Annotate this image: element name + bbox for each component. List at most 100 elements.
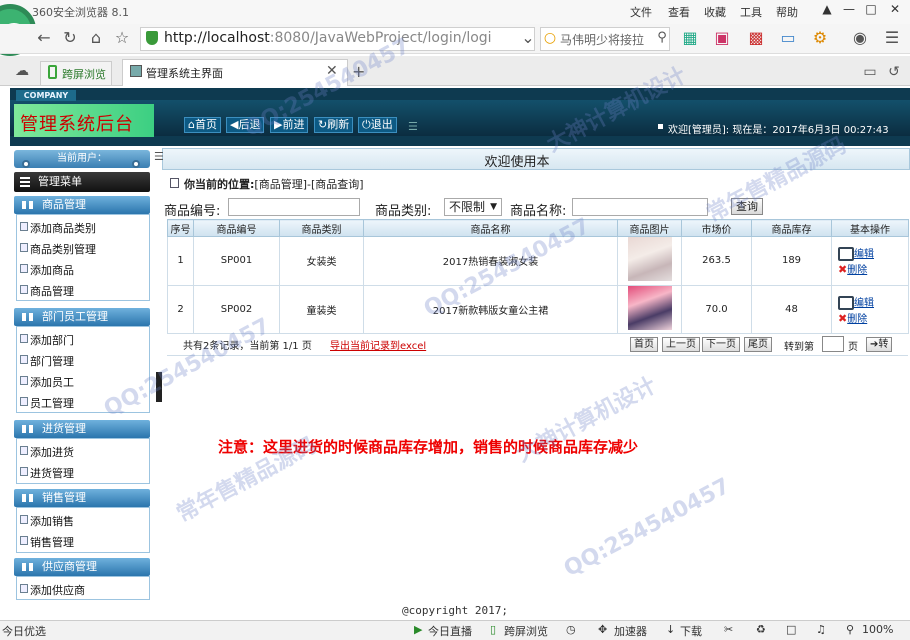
go-button[interactable]: ➔转 bbox=[866, 337, 893, 352]
sidebar-item-add-goods-type[interactable]: 添加商品类别 bbox=[30, 220, 96, 236]
delete-icon[interactable]: ✖ bbox=[838, 263, 847, 276]
sidebar-item-dept-manage[interactable]: 部门管理 bbox=[30, 353, 74, 369]
nav-back-button[interactable]: ◀后退 bbox=[226, 117, 265, 133]
section-icon bbox=[22, 313, 33, 321]
search-magnifier-icon[interactable]: ⚲ bbox=[652, 28, 672, 48]
page-unit-label: 页 bbox=[848, 342, 858, 353]
sidebar-item-sales-manage[interactable]: 销售管理 bbox=[30, 534, 74, 550]
nav-logout-button[interactable]: ⏻退出 bbox=[358, 117, 397, 133]
doc-icon bbox=[20, 285, 28, 294]
delete-link[interactable]: 删除 bbox=[847, 314, 867, 325]
maximize-icon[interactable]: □ bbox=[860, 0, 882, 18]
nav-forward-button[interactable]: ▶前进 bbox=[270, 117, 309, 133]
status-daily-picks[interactable]: 今日优选 bbox=[2, 623, 46, 639]
extension-more-icon[interactable]: ◉ bbox=[850, 28, 870, 48]
phone-icon: ▯ bbox=[490, 623, 497, 636]
menu-tools[interactable]: 工具 bbox=[740, 4, 762, 20]
search-engine-icon[interactable]: ○ bbox=[540, 28, 560, 48]
stock-note: 注意：这里进货的时候商品库存增加，销售的时候商品库存减少 bbox=[218, 438, 639, 456]
query-button[interactable]: 查询 bbox=[731, 198, 763, 215]
edit-icon[interactable] bbox=[838, 247, 854, 262]
sidebar-item-add-employee[interactable]: 添加员工 bbox=[30, 374, 74, 390]
restore-tab-icon[interactable]: ↺ bbox=[884, 62, 904, 82]
sound-icon[interactable]: ♫ bbox=[816, 623, 826, 636]
favorite-star-icon[interactable]: ☆ bbox=[112, 28, 132, 48]
delete-link[interactable]: 删除 bbox=[847, 265, 867, 276]
cell-stock: 189 bbox=[751, 236, 832, 286]
extension-mail-icon[interactable]: ▣ bbox=[712, 28, 732, 48]
export-excel-link[interactable]: 导出当前记录到excel bbox=[330, 337, 426, 352]
prev-page-button[interactable]: 上一页 bbox=[662, 337, 700, 352]
collapse-sidebar-icon[interactable] bbox=[156, 372, 162, 402]
cell-image bbox=[617, 284, 682, 334]
back-arrow-icon[interactable]: ← bbox=[34, 28, 54, 48]
sidebar-item-add-sale[interactable]: 添加销售 bbox=[30, 513, 74, 529]
browser-menu-icon[interactable]: ☰ bbox=[882, 28, 902, 48]
minimize-icon[interactable]: — bbox=[838, 0, 860, 18]
tab-list-icon[interactable]: ▭ bbox=[860, 62, 880, 82]
clean-icon[interactable]: ♻ bbox=[756, 623, 766, 636]
edit-link[interactable]: 编辑 bbox=[854, 298, 874, 309]
close-window-icon[interactable]: ✕ bbox=[884, 0, 906, 18]
status-accelerator[interactable]: 加速器 bbox=[614, 623, 647, 639]
first-page-button[interactable]: 首页 bbox=[630, 337, 658, 352]
goods-type-select[interactable]: 不限制 ▼ bbox=[444, 198, 502, 216]
goods-code-input[interactable] bbox=[228, 198, 360, 216]
status-cross-screen[interactable]: 跨屏浏览 bbox=[504, 623, 548, 639]
sidebar-item-goods-manage[interactable]: 商品管理 bbox=[30, 283, 74, 299]
sidebar-section-goods[interactable]: 商品管理 bbox=[14, 196, 150, 214]
extension-translate-icon[interactable]: ▭ bbox=[778, 28, 798, 48]
tab-close-icon[interactable]: ✕ bbox=[326, 63, 338, 79]
col-header: 商品类别 bbox=[279, 219, 364, 237]
edit-icon[interactable] bbox=[838, 295, 854, 310]
extension-tools-icon[interactable]: ⚙ bbox=[810, 28, 830, 48]
extension-apps-icon[interactable]: ▦ bbox=[680, 28, 700, 48]
screenshot-icon[interactable]: ✂ bbox=[724, 623, 733, 636]
status-download[interactable]: 下载 bbox=[680, 623, 702, 639]
home-page-icon[interactable]: ⌂ bbox=[86, 28, 106, 48]
company-badge: COMPANY bbox=[16, 90, 76, 101]
menu-view[interactable]: 查看 bbox=[668, 4, 690, 20]
sidebar-section-staff[interactable]: 部门员工管理 bbox=[14, 308, 150, 326]
cloud-icon[interactable]: ☁ bbox=[12, 61, 32, 81]
sidebar-item-add-dept[interactable]: 添加部门 bbox=[30, 332, 74, 348]
sidebar-item-add-supplier[interactable]: 添加供应商 bbox=[30, 582, 85, 598]
sidebar-item-purchase-manage[interactable]: 进货管理 bbox=[30, 465, 74, 481]
section-icon bbox=[22, 425, 33, 433]
doc-icon bbox=[20, 376, 28, 385]
nav-home-button[interactable]: ⌂首页 bbox=[184, 117, 221, 133]
cell-name: 2017热销春装淑女装 bbox=[363, 236, 618, 286]
speed-icon[interactable]: ◷ bbox=[566, 623, 576, 636]
window-icon[interactable]: □ bbox=[786, 623, 796, 636]
nav-refresh-button[interactable]: ↻刷新 bbox=[314, 117, 354, 133]
last-page-button[interactable]: 尾页 bbox=[744, 337, 772, 352]
address-dropdown-icon[interactable]: ⌄ bbox=[518, 28, 538, 48]
edit-link[interactable]: 编辑 bbox=[854, 249, 874, 260]
zoom-icon: ⚲ bbox=[846, 623, 855, 636]
menu-file[interactable]: 文件 bbox=[630, 4, 652, 20]
sidebar-item-employee-manage[interactable]: 员工管理 bbox=[30, 395, 74, 411]
col-header: 市场价 bbox=[681, 219, 752, 237]
extension-ad-icon[interactable]: ▩ bbox=[746, 28, 766, 48]
delete-icon[interactable]: ✖ bbox=[838, 312, 847, 325]
goods-name-input[interactable] bbox=[572, 198, 708, 216]
refresh-icon: ↻ bbox=[318, 118, 328, 131]
menu-help[interactable]: 帮助 bbox=[776, 4, 798, 20]
sidebar-item-add-goods[interactable]: 添加商品 bbox=[30, 262, 74, 278]
next-page-button[interactable]: 下一页 bbox=[702, 337, 740, 352]
sidebar-item-add-purchase[interactable]: 添加进货 bbox=[30, 444, 74, 460]
reload-icon[interactable]: ↻ bbox=[60, 28, 80, 48]
status-live[interactable]: 今日直播 bbox=[428, 623, 472, 639]
sidebar-section-purchase[interactable]: 进货管理 bbox=[14, 420, 150, 438]
status-zoom[interactable]: 100% bbox=[862, 623, 893, 636]
pin-icon bbox=[132, 160, 140, 168]
cell-actions: 编辑 ✖删除 bbox=[831, 284, 909, 334]
sidebar-section-supplier[interactable]: 供应商管理 bbox=[14, 558, 150, 576]
download-icon: ↓ bbox=[666, 623, 676, 636]
menu-favorites[interactable]: 收藏 bbox=[704, 4, 726, 20]
new-tab-icon[interactable]: + bbox=[352, 62, 365, 81]
jump-page-input[interactable] bbox=[822, 336, 844, 352]
shirt-skin-icon[interactable]: ▲ bbox=[816, 0, 838, 18]
sidebar-section-sales[interactable]: 销售管理 bbox=[14, 489, 150, 507]
sidebar-item-goods-type-manage[interactable]: 商品类别管理 bbox=[30, 241, 96, 257]
